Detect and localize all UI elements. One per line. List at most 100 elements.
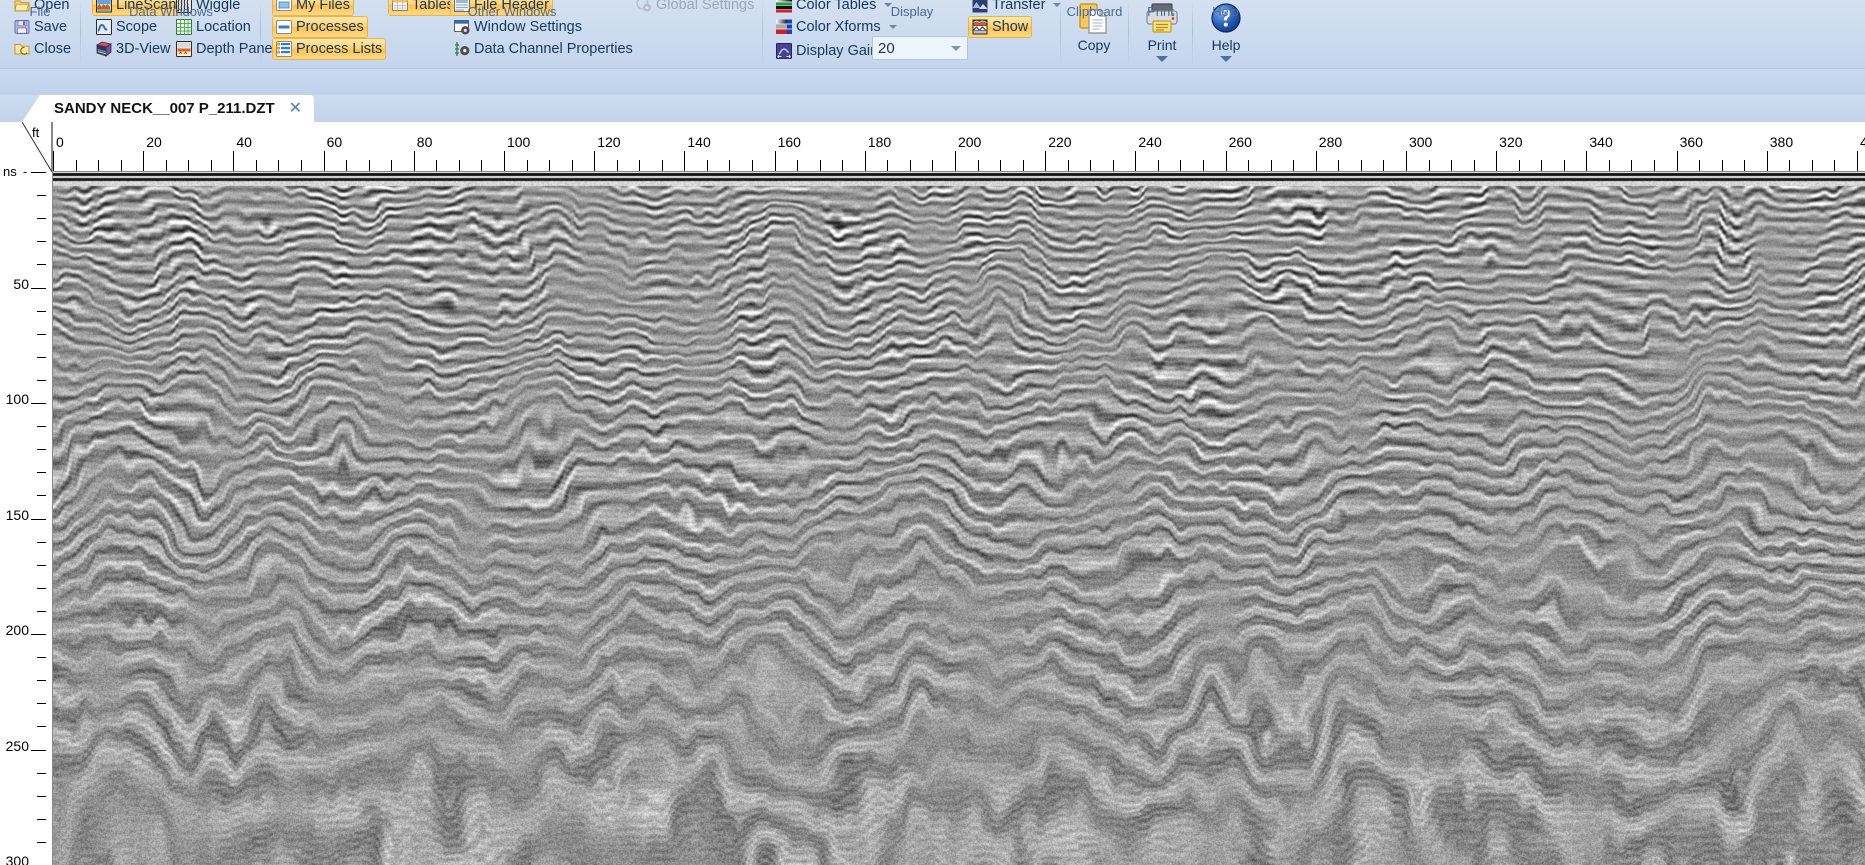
h-minor-tick <box>527 160 528 171</box>
window-settings-button[interactable]: Window Settings <box>450 16 586 38</box>
v-minor-tick <box>37 773 46 774</box>
h-tick-label: 40 <box>236 134 252 150</box>
h-minor-tick <box>436 160 437 171</box>
close-icon[interactable]: ✕ <box>289 101 302 117</box>
v-minor-tick <box>37 542 46 543</box>
group-label-display: Display <box>764 4 1060 19</box>
show-label: Show <box>992 20 1028 35</box>
ribbon-toolbar: Open Save <box>0 0 1865 96</box>
h-minor-tick <box>639 160 640 171</box>
h-minor-tick <box>1158 160 1159 171</box>
h-minor-tick <box>369 160 370 171</box>
h-minor-tick <box>166 160 167 171</box>
v-minor-tick <box>37 218 46 219</box>
horizontal-unit-label: ft <box>32 125 39 140</box>
h-minor-tick <box>1023 160 1024 171</box>
v-minor-tick <box>37 680 46 681</box>
h-minor-tick <box>98 160 99 171</box>
h-minor-tick <box>910 160 911 171</box>
3d-view-label: 3D-View <box>116 42 171 57</box>
3d-view-button[interactable]: 3D-View <box>92 38 175 60</box>
chevron-down-icon[interactable] <box>1220 56 1232 62</box>
h-tick-label: 400 <box>1860 134 1865 150</box>
data-channel-properties-button[interactable]: Data Channel Properties <box>450 38 637 60</box>
processes-icon <box>276 19 292 35</box>
h-minor-tick <box>1000 160 1001 171</box>
show-button[interactable]: Show <box>968 16 1032 38</box>
close-label: Close <box>34 42 71 57</box>
v-major-tick <box>31 288 46 289</box>
radargram-canvas[interactable] <box>53 172 1865 865</box>
h-minor-tick <box>842 160 843 171</box>
floppy-disk-icon <box>14 19 30 35</box>
group-label-other-windows: Other Windows <box>262 4 762 19</box>
h-tick-label: 80 <box>417 134 433 150</box>
h-major-tick <box>1316 151 1317 171</box>
h-major-tick <box>594 151 595 171</box>
h-minor-tick <box>1180 160 1181 171</box>
save-button[interactable]: Save <box>10 16 71 38</box>
v-minor-tick <box>37 449 46 450</box>
v-minor-tick <box>37 611 46 612</box>
chevron-down-icon[interactable] <box>1156 56 1168 62</box>
h-tick-label: 20 <box>146 134 162 150</box>
display-gain-label: Display Gain: <box>796 44 882 59</box>
data-channel-properties-icon <box>454 41 470 57</box>
horizontal-ruler[interactable]: 0204060801001201401601802002202402602803… <box>52 122 1865 172</box>
h-major-tick <box>684 151 685 171</box>
color-xforms-button[interactable]: Color Xforms <box>772 16 901 38</box>
scope-button[interactable]: Scope <box>92 16 161 38</box>
h-minor-tick <box>1293 160 1294 171</box>
v-major-tick <box>31 750 46 751</box>
close-button[interactable]: Close <box>10 38 75 60</box>
h-tick-label: 200 <box>958 134 981 150</box>
display-gain-icon <box>776 43 792 59</box>
location-button[interactable]: Location <box>172 16 255 38</box>
process-lists-label: Process Lists <box>296 42 382 57</box>
group-label-data-windows: Data Windows <box>82 4 260 19</box>
h-minor-tick <box>1722 160 1723 171</box>
h-major-tick <box>414 151 415 171</box>
scope-icon <box>96 19 112 35</box>
h-minor-tick <box>1248 160 1249 171</box>
group-label-file: File <box>0 4 80 19</box>
h-minor-tick <box>1609 160 1610 171</box>
processes-button[interactable]: Processes <box>272 16 368 38</box>
v-tick-label: 0 <box>21 172 29 176</box>
process-lists-button[interactable]: Process Lists <box>272 38 386 60</box>
h-major-tick <box>1406 151 1407 171</box>
h-minor-tick <box>1271 160 1272 171</box>
h-minor-tick <box>1631 160 1632 171</box>
h-major-tick <box>1586 151 1587 171</box>
document-tab[interactable]: SANDY NECK__007 P_211.DZT ✕ <box>22 95 314 122</box>
h-major-tick <box>1496 151 1497 171</box>
copy-label: Copy <box>1078 38 1111 53</box>
h-minor-tick <box>752 160 753 171</box>
h-minor-tick <box>729 160 730 171</box>
display-gain-combobox[interactable]: 20 <box>872 36 968 60</box>
vertical-ruler[interactable]: 050100150200250300 <box>0 172 52 865</box>
h-tick-label: 280 <box>1319 134 1342 150</box>
process-lists-icon <box>276 41 292 57</box>
h-minor-tick <box>820 160 821 171</box>
h-minor-tick <box>1541 160 1542 171</box>
h-minor-tick <box>572 160 573 171</box>
chevron-down-icon[interactable] <box>889 25 897 29</box>
document-tab-title: SANDY NECK__007 P_211.DZT <box>54 100 275 117</box>
display-gain-dropdown-arrow[interactable] <box>947 39 965 57</box>
v-tick-label: 50 <box>13 276 29 292</box>
radargram[interactable] <box>52 172 1865 865</box>
h-major-tick <box>1226 151 1227 171</box>
group-divider <box>260 2 261 66</box>
h-minor-tick <box>1429 160 1430 171</box>
h-minor-tick <box>1744 160 1745 171</box>
h-tick-label: 60 <box>327 134 343 150</box>
h-major-tick <box>233 151 234 171</box>
help-label: Help <box>1212 38 1241 53</box>
display-gain-value: 20 <box>878 40 895 57</box>
depth-pane-icon <box>176 41 192 57</box>
h-minor-tick <box>1789 160 1790 171</box>
h-minor-tick <box>549 160 550 171</box>
v-tick-label: 300 <box>6 853 29 865</box>
h-minor-tick <box>1383 160 1384 171</box>
